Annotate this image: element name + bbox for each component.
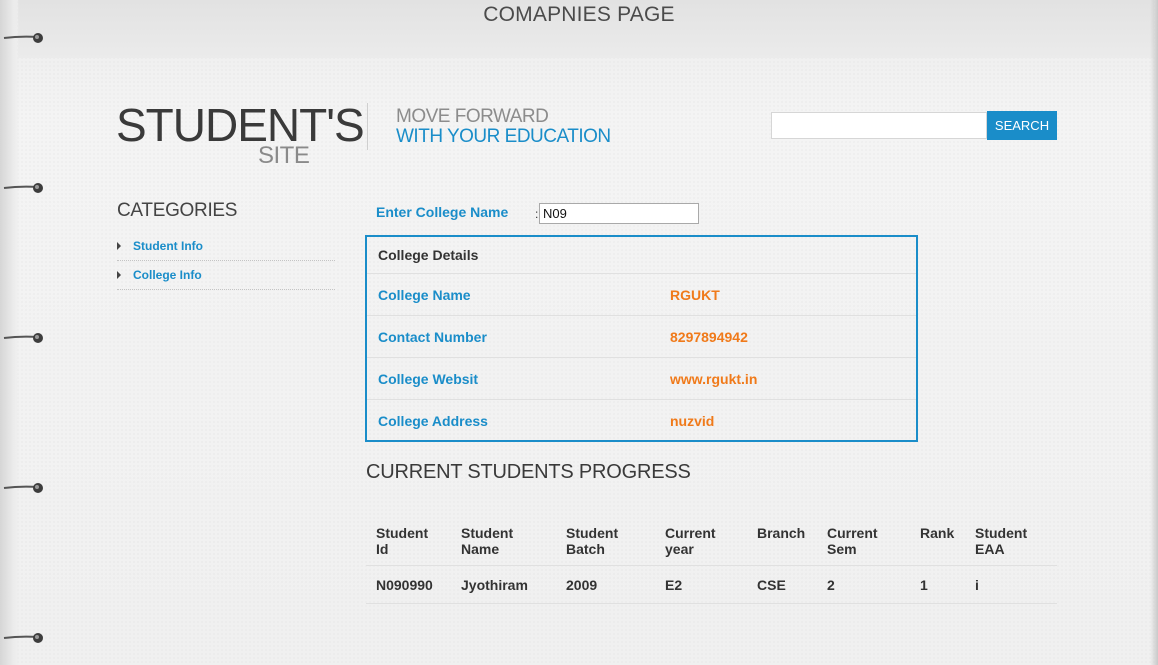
details-key: College Address [378,413,488,429]
details-value: nuzvid [670,413,715,429]
categories-title: CATEGORIES [117,200,238,221]
details-key: Contact Number [378,328,487,345]
college-details-title: College Details [367,237,916,274]
table-cell: i [965,565,1057,604]
chevron-right-icon [117,242,121,250]
column-header: Rank [910,516,965,566]
details-row: College Websit www.rgukt.in [367,358,916,400]
college-details-panel: College Details College Name RGUKT Conta… [365,235,918,442]
logo-divider [367,103,368,150]
details-key: College Websit [378,370,479,387]
binder-ring-icon [2,631,44,645]
table-cell: N090990 [366,565,451,604]
binder-ring-icon [2,481,44,495]
progress-title: CURRENT STUDENTS PROGRESS [366,461,691,483]
search-input[interactable] [771,112,987,139]
details-row: Contact Number 8297894942 [367,316,916,358]
column-header: Student EAA [965,516,1057,566]
column-header: Current Sem [817,516,910,566]
table-cell: 2009 [556,565,655,604]
college-name-input[interactable] [539,203,699,224]
column-header: Student Batch [556,516,655,566]
table-cell: 1 [910,565,965,604]
tagline-line2: WITH YOUR EDUCATION [396,126,611,147]
chevron-right-icon [117,271,121,279]
column-header: Student Name [451,516,556,566]
details-value: RGUKT [670,286,720,303]
college-name-label: Enter College Name [376,204,509,220]
binder-ring-icon [2,331,44,345]
site-logo[interactable]: STUDENT'S [116,100,365,150]
page-heading: COMAPNIES PAGE [483,3,675,26]
category-link-college-info[interactable]: College Info [133,268,202,282]
details-key: College Name [378,286,471,303]
table-row: N090990 Jyothiram 2009 E2 CSE 2 1 i [366,565,1057,604]
details-value: 8297894942 [670,328,748,345]
details-row: College Address nuzvid [367,400,916,442]
categories-list: Student Info College Info [117,232,335,290]
table-cell: 2 [817,565,910,604]
table-cell: CSE [747,565,817,604]
tagline-line1: MOVE FORWARD [396,106,549,127]
category-item-student-info[interactable]: Student Info [117,232,335,261]
details-row: College Name RGUKT [367,274,916,316]
progress-table: Student Id Student Name Student Batch Curre… [366,516,1057,604]
table-header-row: Student Id Student Name Student Batch Curre… [366,516,1057,566]
search-button[interactable]: SEARCH [987,111,1057,140]
table-cell: E2 [655,565,747,604]
column-header: Current year [655,516,747,566]
category-link-student-info[interactable]: Student Info [133,239,203,253]
category-item-college-info[interactable]: College Info [117,261,335,290]
site-logo-sub: SITE [258,142,310,169]
binder-ring-icon [2,31,44,45]
table-cell: Jyothiram [451,565,556,604]
page-edge-right [1150,0,1158,665]
column-header: Branch [747,516,817,566]
details-value: www.rgukt.in [670,370,758,387]
binder-ring-icon [2,181,44,195]
college-name-colon: : [535,207,539,221]
column-header: Student Id [366,516,451,566]
